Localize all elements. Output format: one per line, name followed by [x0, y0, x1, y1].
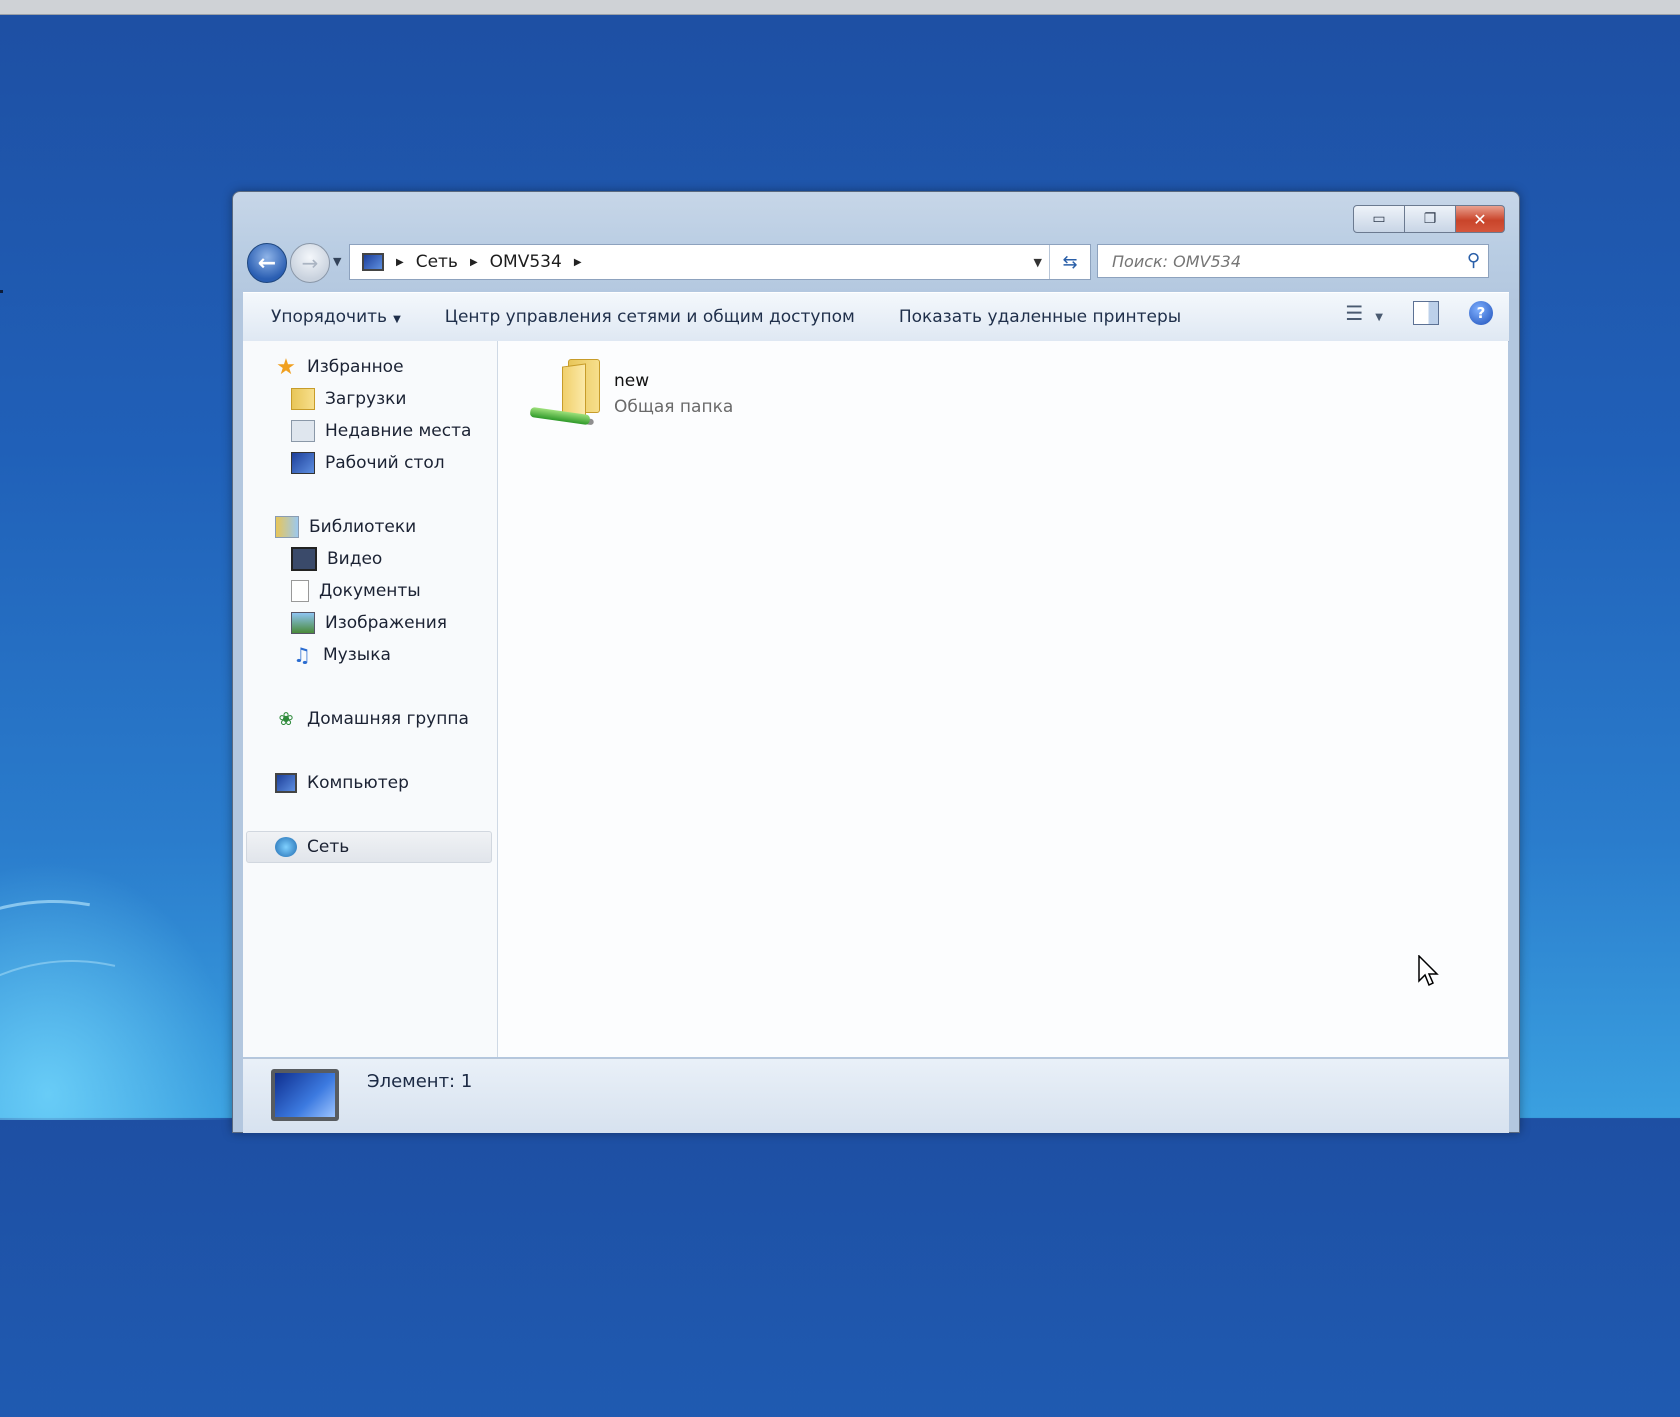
shared-folder-icon	[528, 355, 606, 433]
computer-icon	[275, 773, 297, 793]
close-button[interactable]: ✕	[1456, 205, 1505, 233]
organize-button[interactable]: Упорядочить ▼	[271, 307, 401, 327]
sidebar-item-pictures[interactable]: Изображения	[243, 607, 447, 639]
maximize-icon: ❐	[1423, 211, 1437, 227]
view-controls: ☰ ▼ ?	[1345, 301, 1493, 325]
chevron-down-icon: ▼	[393, 314, 401, 325]
breadcrumb-omv534[interactable]: OMV534	[490, 252, 562, 272]
sidebar-item-homegroup[interactable]: ❀ Домашняя группа	[243, 703, 469, 735]
desktop-icon	[291, 452, 315, 474]
homegroup-icon: ❀	[278, 708, 294, 730]
sidebar-item-documents[interactable]: Документы	[243, 575, 421, 607]
command-bar: Упорядочить ▼ Центр управления сетями и о…	[243, 292, 1509, 342]
folder-type: Общая папка	[614, 397, 734, 417]
minimize-icon: ▭	[1372, 211, 1386, 227]
sidebar-item-label: Недавние места	[325, 421, 472, 441]
documents-icon	[291, 580, 309, 602]
forward-arrow-icon: →	[301, 251, 319, 275]
details-view-icon: ☰	[1345, 301, 1364, 325]
sidebar-item-recent[interactable]: Недавние места	[243, 415, 471, 447]
help-icon: ?	[1476, 304, 1486, 322]
sidebar-item-label: Видео	[327, 549, 383, 569]
address-bar[interactable]: ▶ Сеть ▶ OMV534 ▶ ▼ ⇆	[349, 244, 1091, 280]
sidebar-item-label: Сеть	[307, 837, 350, 857]
sidebar-item-libraries[interactable]: Библиотеки	[243, 511, 416, 543]
sidebar-item-label: Загрузки	[325, 389, 407, 409]
chevron-down-icon: ▼	[1375, 312, 1383, 323]
breadcrumb-arrow-icon: ▶	[396, 256, 404, 268]
status-item-count: Элемент: 1	[367, 1071, 473, 1092]
search-icon[interactable]: ⚲	[1467, 250, 1480, 271]
recent-places-icon	[291, 420, 315, 442]
back-arrow-icon: ←	[257, 250, 277, 276]
computer-icon	[271, 1069, 339, 1121]
minimize-button[interactable]: ▭	[1353, 205, 1405, 233]
change-view-button[interactable]: ☰ ▼	[1345, 301, 1383, 325]
pictures-icon	[291, 612, 315, 634]
search-box: ⚲	[1097, 244, 1489, 278]
organize-label: Упорядочить	[271, 307, 388, 327]
network-icon	[275, 837, 297, 857]
sidebar-item-label: Музыка	[323, 645, 391, 665]
network-center-button[interactable]: Центр управления сетями и общим доступом	[445, 307, 855, 327]
top-strip	[0, 0, 1680, 15]
back-button[interactable]: ←	[247, 243, 287, 283]
downloads-folder-icon	[291, 388, 315, 410]
address-dropdown-icon[interactable]: ▼	[1034, 256, 1042, 269]
sidebar-item-label: Компьютер	[307, 773, 409, 793]
sidebar-item-label: Домашняя группа	[307, 709, 469, 729]
navigation-row: ← → ▼ ▶ Сеть ▶ OMV534 ▶ ▼ ⇆ ⚲	[245, 242, 1507, 283]
libraries-icon	[275, 516, 299, 538]
navigation-pane: ★ Избранное Загрузки Недавние места Рабо…	[243, 341, 498, 1057]
maximize-button[interactable]: ❐	[1405, 205, 1456, 233]
search-input[interactable]	[1110, 250, 1434, 272]
folder-front	[562, 363, 586, 419]
sidebar-item-network[interactable]: Сеть	[246, 831, 492, 863]
help-button[interactable]: ?	[1469, 301, 1493, 325]
close-icon: ✕	[1473, 209, 1487, 229]
sidebar-item-music[interactable]: ♫ Музыка	[243, 639, 391, 671]
sidebar-item-downloads[interactable]: Загрузки	[243, 383, 406, 415]
sidebar-item-video[interactable]: Видео	[243, 543, 382, 575]
forward-button[interactable]: →	[290, 243, 330, 283]
explorer-window: ▭ ❐ ✕ ← → ▼ ▶ Сеть ▶ OMV534 ▶ ▼ ⇆ ⚲ Упор…	[232, 191, 1520, 1133]
sidebar-item-computer[interactable]: Компьютер	[243, 767, 409, 799]
star-icon: ★	[276, 354, 296, 380]
content-pane: new Общая папка	[498, 341, 1508, 1057]
desktop-dot	[0, 290, 3, 293]
status-bar: Элемент: 1	[243, 1058, 1509, 1133]
list-item[interactable]: new Общая папка	[528, 355, 733, 433]
sidebar-item-label: Рабочий стол	[325, 453, 445, 473]
refresh-icon: ⇆	[1062, 251, 1078, 273]
video-icon	[291, 547, 317, 571]
sidebar-item-label: Библиотеки	[309, 517, 417, 537]
sidebar-item-label: Изображения	[325, 613, 448, 633]
mouse-cursor	[1418, 955, 1439, 987]
sidebar-item-favorites[interactable]: ★ Избранное	[243, 351, 404, 383]
breadcrumb-arrow-icon: ▶	[469, 256, 478, 268]
show-printers-button[interactable]: Показать удаленные принтеры	[899, 307, 1181, 327]
breadcrumb-network[interactable]: Сеть	[416, 252, 458, 272]
sidebar-item-desktop[interactable]: Рабочий стол	[243, 447, 445, 479]
folder-text: new Общая папка	[614, 371, 733, 433]
sidebar-item-label: Избранное	[307, 357, 404, 377]
network-computer-icon	[362, 253, 384, 271]
preview-pane-button[interactable]	[1413, 301, 1439, 325]
recent-pages-dropdown[interactable]: ▼	[333, 255, 341, 268]
folder-name: new	[614, 371, 650, 391]
breadcrumb-arrow-icon[interactable]: ▶	[574, 257, 582, 268]
refresh-button[interactable]: ⇆	[1049, 245, 1090, 279]
music-icon: ♫	[293, 643, 311, 667]
caption-buttons: ▭ ❐ ✕	[1353, 205, 1505, 233]
sidebar-item-label: Документы	[319, 581, 421, 601]
